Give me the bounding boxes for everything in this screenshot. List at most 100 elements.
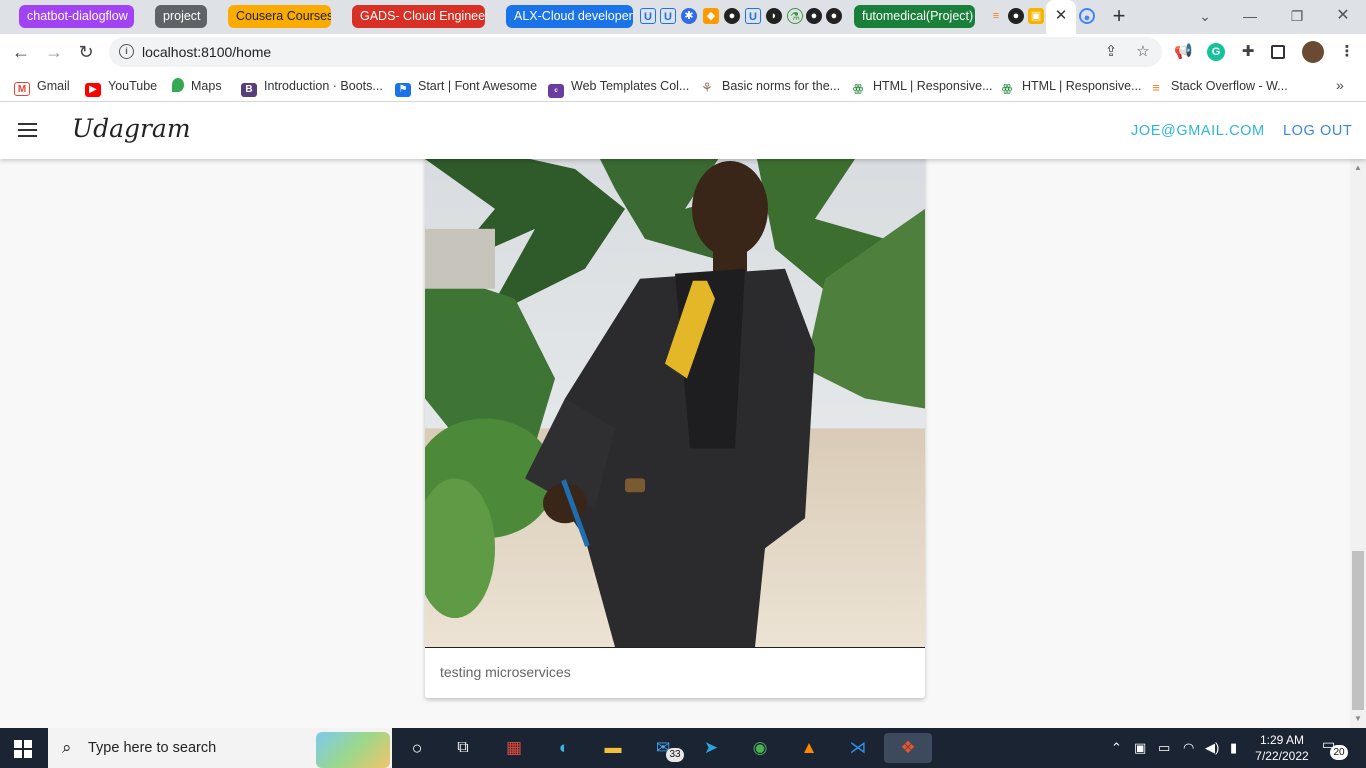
- show-hidden-icons[interactable]: ⌃: [1111, 740, 1122, 756]
- vlc-icon[interactable]: ▲: [794, 733, 824, 763]
- bookmark-stack-overflow[interactable]: ≡ Stack Overflow - W...: [1148, 77, 1287, 95]
- bookmark-maps[interactable]: Maps: [172, 77, 222, 95]
- kubernetes-icon[interactable]: ✱: [681, 8, 697, 24]
- notifications-icon[interactable]: ▭ 20: [1322, 736, 1350, 760]
- udacity-icon[interactable]: U: [640, 8, 656, 24]
- bookmark-basic-norms[interactable]: ⚘ Basic norms for the...: [699, 77, 840, 95]
- scroll-down-icon[interactable]: ▼: [1354, 715, 1362, 723]
- logout-button[interactable]: LOG OUT: [1283, 123, 1352, 139]
- mail-icon[interactable]: ✉ 33: [648, 733, 684, 763]
- maps-icon: [172, 78, 184, 92]
- chrome-menu-icon[interactable]: ⋮: [1338, 43, 1356, 61]
- bookmarks-bar: M Gmail ▶ YouTube Maps B Introduction · Boo…: [0, 70, 1366, 102]
- minimize-button[interactable]: —: [1238, 5, 1262, 27]
- profile-avatar[interactable]: [1302, 41, 1324, 63]
- fontawesome-icon: ⚑: [395, 83, 411, 97]
- file-explorer-icon[interactable]: ▬: [598, 733, 628, 763]
- system-clock[interactable]: 1:29 AM 7/22/2022: [1252, 732, 1312, 764]
- meet-now-icon[interactable]: ▣: [1134, 740, 1146, 756]
- user-email-button[interactable]: JOE@GMAIL.COM: [1131, 123, 1265, 139]
- stackoverflow-icon: ≡: [1152, 80, 1160, 95]
- browser-toolbar: ← → ↻ i localhost:8100/home ⇪ ☆ 📢 G ✚ ⋮: [0, 34, 1366, 70]
- network-icon[interactable]: ◠: [1183, 740, 1194, 756]
- stackoverflow-icon[interactable]: ≡: [988, 8, 1004, 24]
- tab-group-chatbot-dialogflow[interactable]: chatbot-dialogflow: [19, 5, 134, 28]
- url-text[interactable]: localhost:8100/home: [142, 44, 271, 60]
- edge-icon[interactable]: ◐: [549, 733, 579, 763]
- clock-date: 7/22/2022: [1255, 749, 1309, 763]
- bookmark-web-templates[interactable]: c Web Templates Col...: [548, 77, 689, 98]
- tab-search-icon[interactable]: ⌄: [1193, 5, 1217, 27]
- taskbar-search-box[interactable]: ⌕ Type here to search: [48, 728, 392, 768]
- volume-icon[interactable]: ◀): [1205, 740, 1219, 756]
- scroll-up-icon[interactable]: ▲: [1354, 164, 1362, 172]
- tab-group-gads-cloud-engineer[interactable]: GADS- Cloud Engineer: [352, 5, 485, 28]
- chrome-icon[interactable]: ◉: [745, 733, 775, 763]
- flask-icon[interactable]: ⚗: [787, 8, 803, 24]
- close-window-button[interactable]: ✕: [1331, 5, 1355, 27]
- package-icon[interactable]: ▣: [1028, 8, 1044, 24]
- active-app-icon[interactable]: ❖: [884, 733, 932, 763]
- grammarly-icon[interactable]: G: [1207, 43, 1225, 61]
- clock-time: 1:29 AM: [1259, 733, 1305, 747]
- youtube-icon: ▶: [85, 83, 101, 97]
- aws-icon[interactable]: ◆: [703, 8, 719, 24]
- menu-icon[interactable]: [18, 123, 38, 137]
- bookmark-bootstrap[interactable]: B Introduction · Boots...: [241, 77, 383, 97]
- bookmark-label: Introduction · Boots...: [264, 79, 383, 93]
- bootstrap-icon: B: [241, 83, 257, 97]
- extensions-puzzle-icon[interactable]: ✚: [1239, 43, 1257, 61]
- share-icon[interactable]: ⇪: [1102, 43, 1120, 61]
- cortana-icon[interactable]: ○: [402, 733, 432, 763]
- microsoft-store-icon[interactable]: ▦: [499, 733, 529, 763]
- bookmark-youtube[interactable]: ▶ YouTube: [85, 77, 157, 97]
- side-panel-icon[interactable]: [1271, 45, 1285, 59]
- github-icon[interactable]: ●: [724, 8, 740, 24]
- vscode-icon[interactable]: ⋊: [843, 733, 873, 763]
- back-button[interactable]: ←: [9, 41, 33, 63]
- close-tab-icon[interactable]: ✕: [1053, 8, 1069, 24]
- bookmark-gmail[interactable]: M Gmail: [14, 77, 70, 96]
- bookmark-label: Start | Font Awesome: [418, 79, 538, 93]
- mail-badge: 33: [666, 748, 684, 762]
- chrome-tab-icon[interactable]: ●: [1079, 8, 1095, 24]
- tab-group-label: chatbot-dialogflow: [27, 9, 128, 23]
- page-scrollbar[interactable]: ▲ ▼: [1350, 159, 1366, 728]
- address-bar[interactable]: i localhost:8100/home ⇪ ☆: [109, 37, 1162, 67]
- udacity-icon[interactable]: U: [660, 8, 676, 24]
- feed-card: testing microservices: [425, 159, 925, 698]
- tab-group-label: project: [163, 9, 201, 23]
- reload-button[interactable]: ↻: [74, 41, 98, 63]
- bookmark-html-responsive-2[interactable]: ꙮ HTML | Responsive...: [999, 77, 1142, 95]
- search-placeholder[interactable]: Type here to search: [88, 740, 216, 756]
- more-bookmarks-icon[interactable]: »: [1336, 77, 1344, 93]
- docker-icon[interactable]: ◗: [766, 8, 782, 24]
- udacity-icon[interactable]: U: [745, 8, 761, 24]
- bookmark-html-responsive-1[interactable]: ꙮ HTML | Responsive...: [850, 77, 993, 95]
- scrollbar-thumb[interactable]: [1352, 551, 1364, 710]
- bookmark-font-awesome[interactable]: ⚑ Start | Font Awesome: [395, 77, 538, 97]
- bookmark-label: Gmail: [37, 79, 70, 93]
- tab-group-cousera-courses[interactable]: Cousera Courses: [228, 5, 331, 28]
- megaphone-extension-icon[interactable]: 📢: [1174, 43, 1193, 61]
- task-view-icon[interactable]: ⧉: [448, 733, 478, 763]
- tab-group-futomedical-project[interactable]: futomedical(Project): [854, 5, 975, 28]
- restore-button[interactable]: ❐: [1285, 5, 1309, 27]
- github-icon[interactable]: ●: [1008, 8, 1024, 24]
- github-icon[interactable]: ●: [826, 8, 842, 24]
- feed-caption: testing microservices: [440, 664, 571, 680]
- notification-count: 20: [1330, 745, 1348, 760]
- tab-group-project[interactable]: project: [155, 5, 207, 28]
- site-info-icon[interactable]: i: [119, 44, 134, 59]
- forward-button[interactable]: →: [42, 41, 66, 63]
- telegram-icon[interactable]: ➤: [696, 733, 726, 763]
- battery-icon[interactable]: ▭: [1158, 740, 1170, 756]
- search-highlight-illustration: [316, 732, 390, 768]
- github-icon[interactable]: ●: [806, 8, 822, 24]
- windows-start-icon[interactable]: [14, 740, 32, 758]
- bookmark-star-icon[interactable]: ☆: [1134, 43, 1152, 61]
- microphone-icon[interactable]: ▮: [1230, 740, 1237, 756]
- app-header: Udagram JOE@GMAIL.COM LOG OUT: [0, 102, 1366, 159]
- tab-group-alx-cloud-developer[interactable]: ALX-Cloud developer: [506, 5, 633, 28]
- new-tab-button[interactable]: +: [1108, 5, 1130, 28]
